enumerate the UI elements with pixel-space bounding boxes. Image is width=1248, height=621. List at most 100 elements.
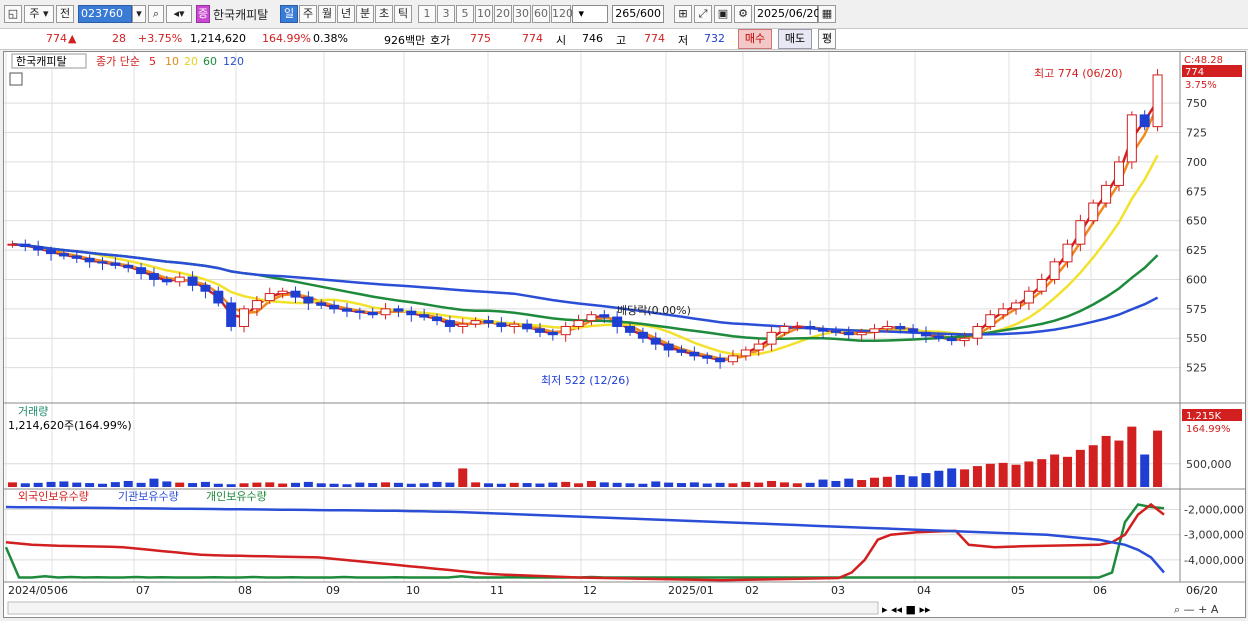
period-year-button[interactable]: 년 (337, 5, 355, 23)
scroll-controls[interactable]: ▸ ◂◂ ■ ▸▸ ⌕ — + A (7, 601, 1219, 616)
period-week-button[interactable]: 주 (299, 5, 317, 23)
candle-body (740, 349, 751, 357)
period-day-button[interactable]: 일 (280, 5, 298, 23)
volume-bar (1101, 435, 1111, 487)
candle-body (856, 331, 867, 336)
interval-button[interactable]: 1 (418, 5, 436, 23)
candle-body (830, 330, 841, 333)
chart-svg[interactable]: 750 725 700 675 650 625 600 575 550 525 500,000 -… (4, 52, 1245, 617)
candle-body (560, 325, 571, 336)
chart-panel[interactable]: 750 725 700 675 650 625 600 575 550 525 500,000 -… (3, 51, 1246, 618)
interval-button[interactable]: 3 (437, 5, 455, 23)
volume-bar (857, 480, 867, 487)
scroll-right-icon[interactable]: ▸ ◂◂ ■ ▸▸ (882, 603, 931, 616)
interval-custom-input[interactable]: ▾ (572, 5, 608, 23)
volume-bar (509, 482, 519, 487)
calendar-icon[interactable]: ▦ (818, 5, 836, 23)
interval-button[interactable]: 60 (532, 5, 550, 23)
volume-value: 1,214,620 (190, 32, 246, 45)
holdings-tick-label: -4,000,000 (1184, 554, 1244, 567)
volume-tag-value: 1,215K (1186, 411, 1222, 422)
chart-type-icon[interactable]: ⤢ (694, 5, 712, 23)
price-tag-value: 774 (1185, 67, 1204, 78)
candle-body (843, 331, 854, 336)
count-total: /600 (636, 7, 661, 20)
volume-bar (265, 482, 275, 487)
count-input[interactable]: 265/600 (612, 5, 664, 23)
prev-button[interactable]: 전 (56, 5, 74, 23)
legend-ma60: 60 (203, 55, 217, 68)
period-tick-button[interactable]: 틱 (394, 5, 412, 23)
interval-button[interactable]: 10 (475, 5, 493, 23)
settings-icon[interactable]: ⚙ (734, 5, 752, 23)
volume-bar (1037, 459, 1047, 487)
volume-bar (638, 483, 648, 487)
volume-bar (535, 483, 545, 487)
code-dropdown-icon[interactable]: ▾ (132, 5, 146, 23)
market-select[interactable]: 주 ▾ (24, 5, 54, 23)
period-minute-button[interactable]: 분 (356, 5, 374, 23)
volume-bar (728, 483, 738, 487)
volume-bar (483, 483, 494, 487)
candle-type-icon[interactable]: ⊞ (674, 5, 692, 23)
eval-button[interactable]: 평 (818, 29, 836, 49)
legend-institution: 기관보유수량 (118, 490, 179, 503)
sound-icon[interactable]: ◂▾ (166, 5, 192, 23)
period-month-button[interactable]: 월 (318, 5, 336, 23)
volume-tick-label: 500,000 (1186, 458, 1232, 471)
volume-bar (715, 482, 725, 487)
price-tick-label: 700 (1186, 156, 1207, 169)
table-toggle-icon[interactable] (9, 72, 23, 86)
candle-body (998, 308, 1009, 316)
candle-body (380, 308, 391, 316)
change-arrow-icon: ▲ (68, 32, 77, 45)
candle-body (354, 310, 365, 313)
buy-button[interactable]: 매수 (738, 29, 772, 49)
candle-body (1075, 220, 1086, 245)
sell-button[interactable]: 매도 (778, 29, 812, 49)
interval-button[interactable]: 5 (456, 5, 474, 23)
price-tick-label: 675 (1186, 185, 1207, 198)
quote-status-row: 774 ▲ 28 +3.75% 1,214,620 164.99% 0.38% … (0, 29, 1248, 50)
scrollbar-track[interactable] (7, 601, 879, 615)
x-tick-label: 09 (326, 584, 340, 597)
candle-body (341, 308, 352, 312)
candle-body (586, 314, 597, 322)
volume-bar (188, 483, 198, 487)
volume-bar (1062, 456, 1073, 487)
stock-code-input[interactable]: 023760 (78, 5, 132, 23)
candle-body (71, 255, 82, 259)
candle-body (110, 262, 121, 266)
candle-body (1062, 243, 1073, 263)
x-tick-label: 11 (490, 584, 504, 597)
candle-body (470, 320, 481, 325)
candle-body (406, 310, 417, 316)
search-icon[interactable]: ⌕ (148, 5, 164, 23)
x-tick-label: 08 (238, 584, 252, 597)
x-tick-label: 12 (583, 584, 597, 597)
interval-button[interactable]: 20 (494, 5, 512, 23)
zoom-icons[interactable]: ⌕ — + A (1174, 603, 1219, 616)
interval-button[interactable]: 30 (513, 5, 531, 23)
volume-bar (239, 483, 249, 487)
x-tick-label: 03 (831, 584, 845, 597)
legend-foreign: 외국인보유수량 (18, 490, 89, 503)
period-second-button[interactable]: 초 (375, 5, 393, 23)
volume-bar (947, 468, 957, 487)
candle-body (715, 357, 726, 363)
holdings-tick-label: -2,000,000 (1184, 504, 1244, 517)
turnover-rate: 0.38% (313, 32, 348, 45)
save-icon[interactable]: ▣ (714, 5, 732, 23)
stock-type-badge: 증 (196, 5, 210, 23)
candle-body (959, 337, 970, 342)
volume-bar (689, 482, 699, 487)
legend-individual: 개인보유수량 (206, 490, 267, 503)
legend-ma120: 120 (223, 55, 244, 68)
price-tick-label: 575 (1186, 303, 1207, 316)
date-input[interactable]: 2025/06/20 (754, 5, 820, 23)
volume-bar (612, 482, 622, 487)
candle-body (46, 249, 57, 255)
interval-button[interactable]: 120 (551, 5, 573, 23)
window-menu-icon[interactable]: ◱ (4, 5, 22, 23)
open-price: 746 (582, 32, 603, 45)
